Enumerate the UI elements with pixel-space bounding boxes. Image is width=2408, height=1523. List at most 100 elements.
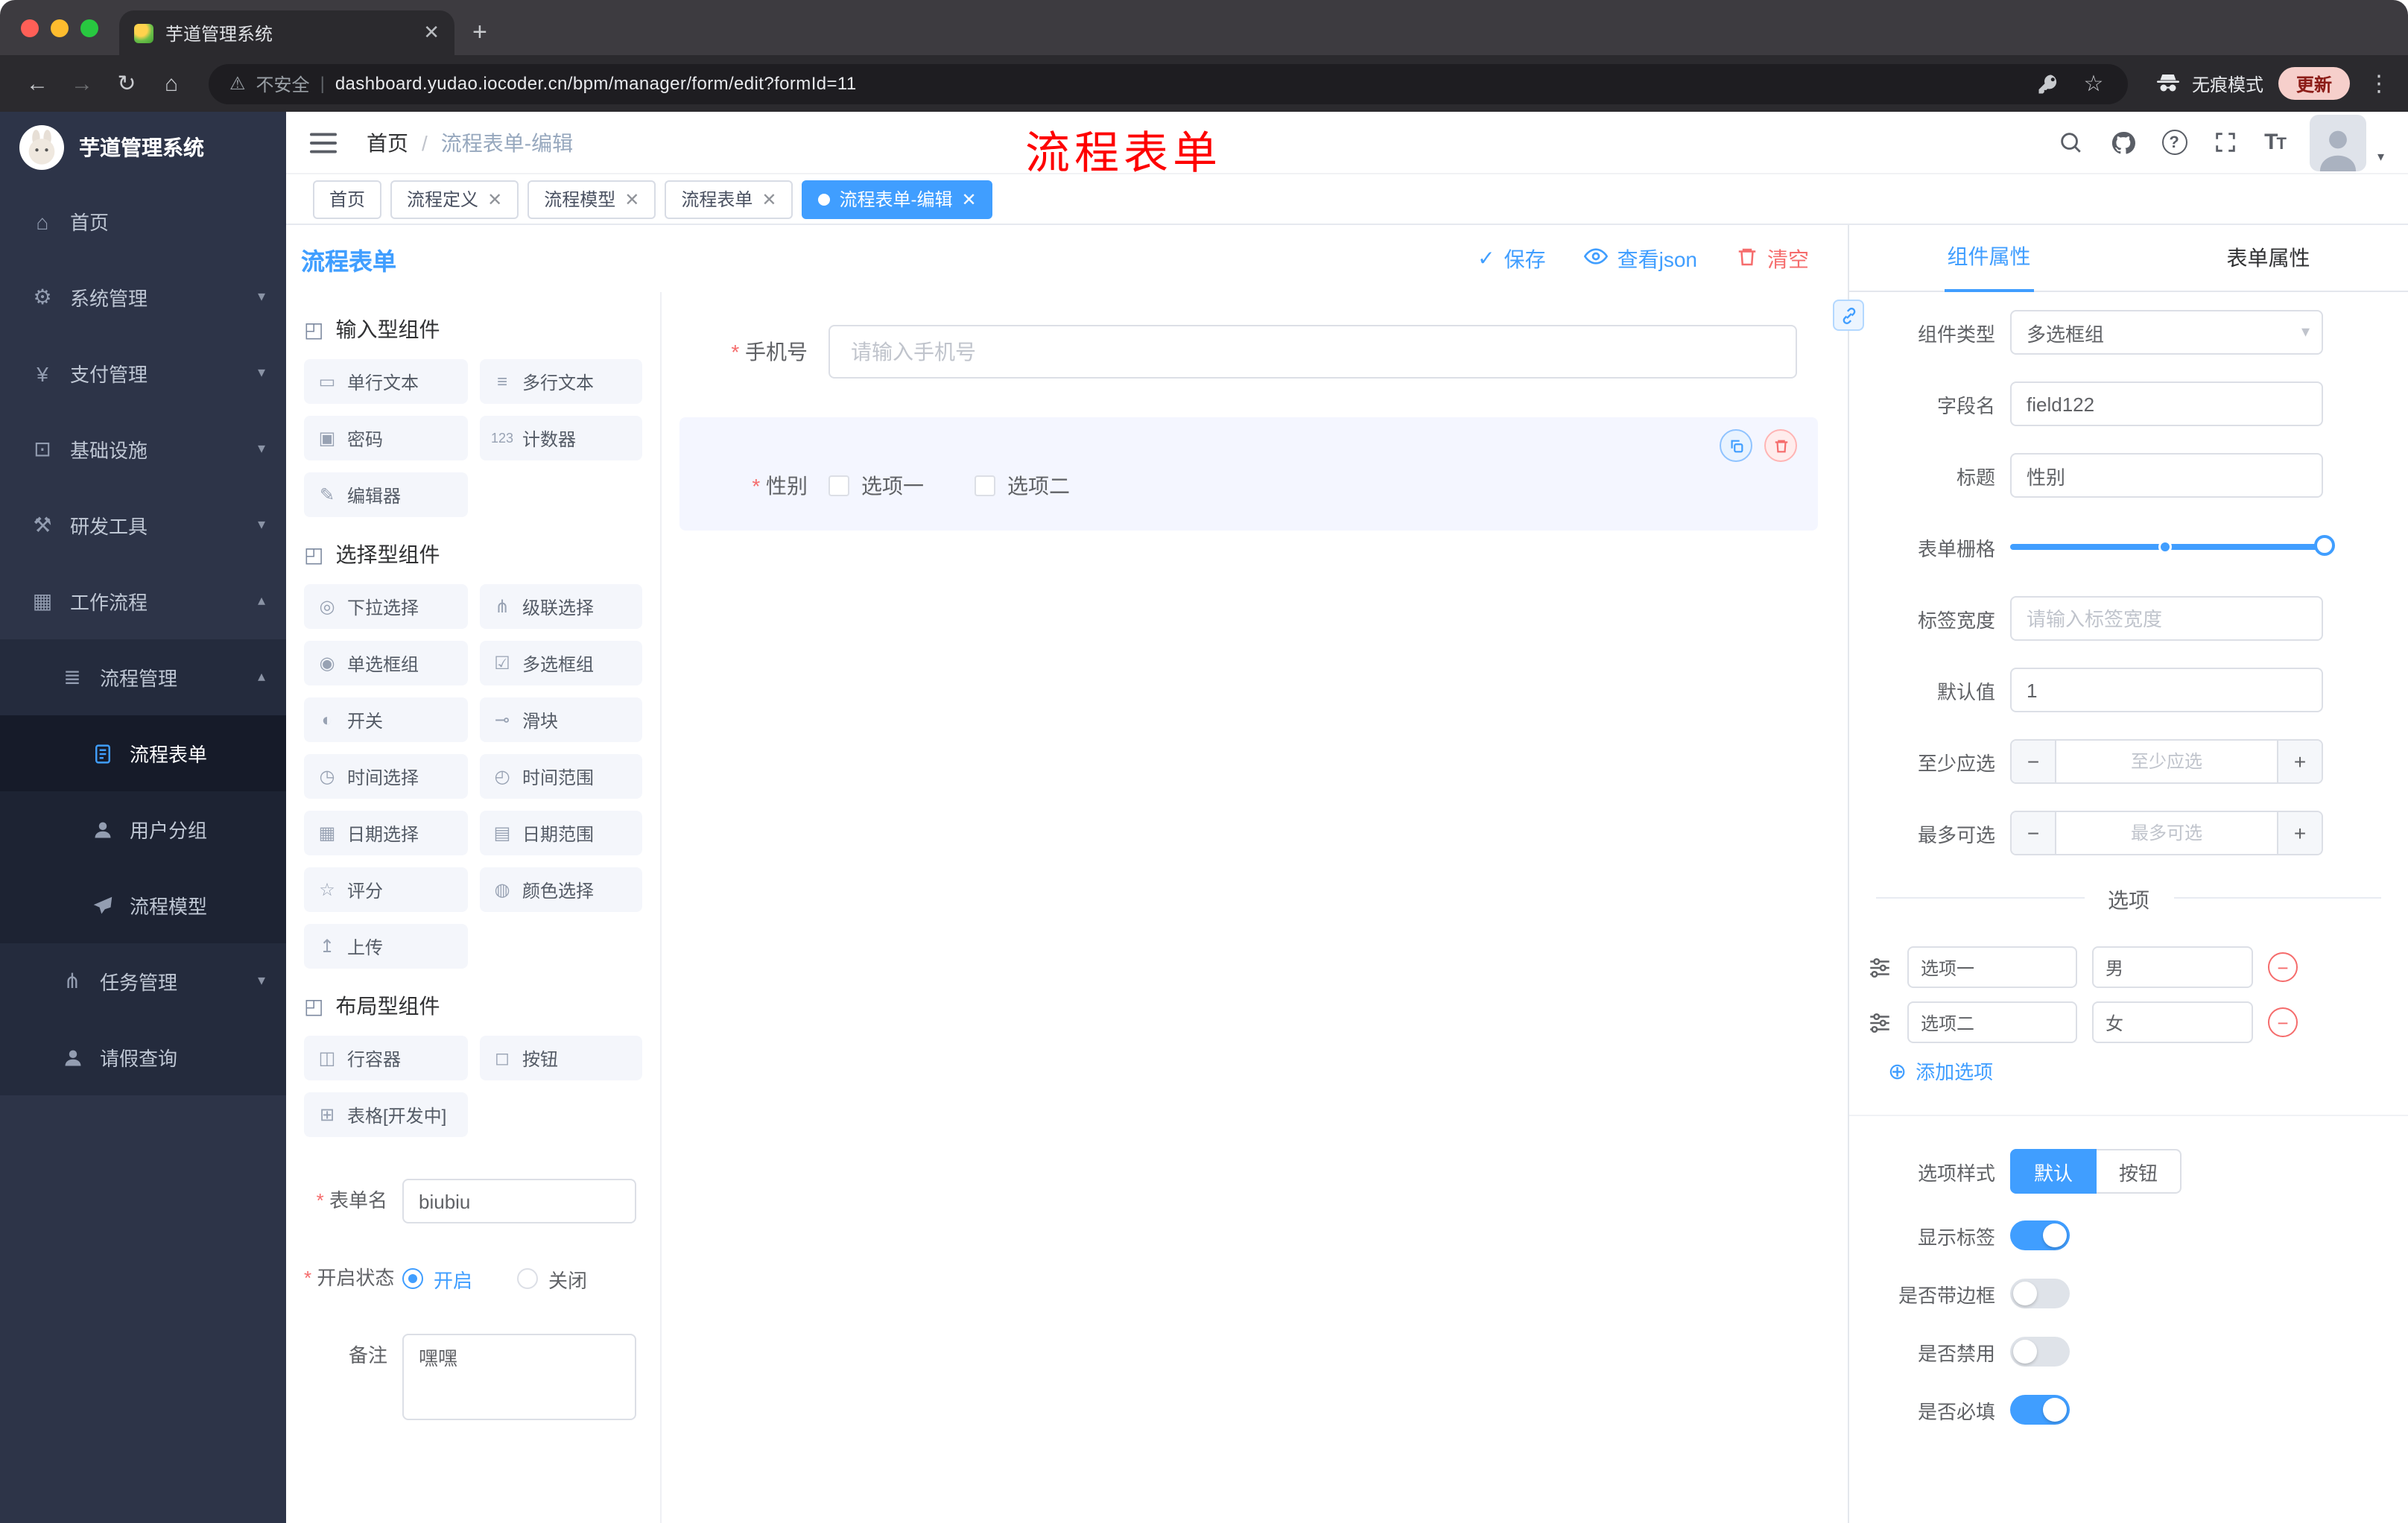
increase-button[interactable]: + <box>2277 741 2322 782</box>
update-browser-button[interactable]: 更新 <box>2278 67 2350 100</box>
minimize-window-button[interactable] <box>51 19 69 37</box>
forward-icon[interactable]: → <box>63 64 101 103</box>
status-on-radio[interactable]: 开启 <box>402 1264 472 1293</box>
label-width-input[interactable] <box>2010 596 2323 641</box>
form-name-input[interactable] <box>402 1179 636 1223</box>
tag-process-form[interactable]: 流程表单 ✕ <box>665 180 793 218</box>
reload-icon[interactable]: ↻ <box>107 64 146 103</box>
tag-process-definition[interactable]: 流程定义 ✕ <box>390 180 519 218</box>
delete-component-button[interactable] <box>1764 429 1797 462</box>
max-select-input[interactable] <box>2056 812 2277 854</box>
sidebar-item-process-management[interactable]: ≣ 流程管理 ▴ <box>0 639 286 715</box>
component-chip-single-line-text[interactable]: ▭ 单行文本 <box>304 359 467 404</box>
component-chip-row-container[interactable]: ◫ 行容器 <box>304 1036 467 1080</box>
close-icon[interactable]: ✕ <box>624 189 639 209</box>
avatar[interactable] <box>2310 114 2367 171</box>
back-icon[interactable]: ← <box>18 64 57 103</box>
tab-form-props[interactable]: 表单属性 <box>2129 225 2408 291</box>
hamburger-icon[interactable] <box>310 130 340 154</box>
component-chip-time-picker[interactable]: ◷ 时间选择 <box>304 754 467 799</box>
save-button[interactable]: ✓ 保存 <box>1477 244 1545 273</box>
option-name-input[interactable] <box>1907 946 2077 988</box>
browser-menu-icon[interactable]: ⋮ <box>2368 70 2390 97</box>
add-option-button[interactable]: ⊕ 添加选项 <box>1888 1057 2408 1085</box>
sidebar-item-workflow[interactable]: ▦ 工作流程 ▴ <box>0 563 286 639</box>
new-tab-button[interactable]: + <box>472 18 487 48</box>
component-chip-multi-line-text[interactable]: ≡ 多行文本 <box>479 359 642 404</box>
style-default-button[interactable]: 默认 <box>2010 1149 2097 1194</box>
decrease-button[interactable]: − <box>2012 741 2056 782</box>
component-chip-slider[interactable]: ⊸ 滑块 <box>479 697 642 742</box>
default-value-input[interactable] <box>2010 668 2323 712</box>
sidebar-item-home[interactable]: ⌂ 首页 <box>0 183 286 259</box>
search-icon[interactable] <box>2057 129 2084 156</box>
sidebar-item-devtools[interactable]: ⚒ 研发工具 ▾ <box>0 487 286 563</box>
font-size-icon[interactable]: TT <box>2264 130 2287 155</box>
sidebar-item-process-model[interactable]: 流程模型 <box>0 867 286 943</box>
gender-field-selected[interactable]: 性别 选项一 选项二 <box>679 417 1818 531</box>
increase-button[interactable]: + <box>2277 812 2322 854</box>
home-icon[interactable]: ⌂ <box>152 64 191 103</box>
title-input[interactable] <box>2010 453 2323 498</box>
component-chip-upload[interactable]: ↥ 上传 <box>304 924 467 969</box>
clear-button[interactable]: 清空 <box>1736 244 1809 273</box>
duplicate-component-button[interactable] <box>1720 429 1752 462</box>
gender-option1-checkbox[interactable]: 选项一 <box>828 471 924 501</box>
bookmark-star-icon[interactable]: ☆ <box>2080 70 2107 97</box>
close-icon[interactable]: ✕ <box>487 189 502 209</box>
help-icon[interactable]: ? <box>2161 130 2187 155</box>
component-chip-password[interactable]: ▣ 密码 <box>304 416 467 460</box>
component-chip-cascade-select[interactable]: ⋔ 级联选择 <box>479 584 642 629</box>
view-json-button[interactable]: 查看json <box>1584 244 1697 273</box>
component-chip-dropdown-select[interactable]: ◎ 下拉选择 <box>304 584 467 629</box>
link-icon[interactable] <box>1833 300 1864 331</box>
close-icon[interactable]: ✕ <box>962 189 977 209</box>
zoom-window-button[interactable] <box>80 19 98 37</box>
option-value-input[interactable] <box>2092 946 2253 988</box>
component-chip-checkbox-group[interactable]: ☑ 多选框组 <box>479 641 642 685</box>
close-icon[interactable]: ✕ <box>761 189 776 209</box>
tag-process-form-edit[interactable]: 流程表单-编辑 ✕ <box>802 180 993 218</box>
slider-handle[interactable] <box>2314 535 2335 556</box>
style-button-button[interactable]: 按钮 <box>2097 1149 2182 1194</box>
remove-option-button[interactable]: − <box>2268 952 2298 982</box>
phone-field-input[interactable] <box>828 325 1797 379</box>
tab-close-icon[interactable]: ✕ <box>423 21 440 45</box>
required-toggle[interactable] <box>2010 1395 2070 1425</box>
tag-home[interactable]: 首页 <box>313 180 382 218</box>
component-chip-radio-group[interactable]: ◉ 单选框组 <box>304 641 467 685</box>
component-chip-button[interactable]: ◻ 按钮 <box>479 1036 642 1080</box>
option-name-input[interactable] <box>1907 1001 2077 1043</box>
sidebar-item-system[interactable]: ⚙ 系统管理 ▾ <box>0 259 286 335</box>
component-chip-counter[interactable]: 123 计数器 <box>479 416 642 460</box>
github-icon[interactable] <box>2109 129 2136 156</box>
sidebar-item-leave-query[interactable]: 请假查询 <box>0 1019 286 1095</box>
component-chip-rating[interactable]: ☆ 评分 <box>304 867 467 912</box>
drag-handle-icon[interactable] <box>1867 954 1892 980</box>
component-chip-color-picker[interactable]: ◍ 颜色选择 <box>479 867 642 912</box>
component-chip-time-range[interactable]: ◴ 时间范围 <box>479 754 642 799</box>
field-name-input[interactable] <box>2010 381 2323 426</box>
show-label-toggle[interactable] <box>2010 1220 2070 1250</box>
remove-option-button[interactable]: − <box>2268 1007 2298 1037</box>
sidebar-item-user-group[interactable]: 用户分组 <box>0 791 286 867</box>
form-grid-slider[interactable] <box>2010 525 2335 569</box>
slider-track[interactable] <box>2010 535 2335 556</box>
browser-tab[interactable]: 芋道管理系统 ✕ <box>119 10 454 55</box>
tab-component-props[interactable]: 组件属性 <box>1849 225 2129 292</box>
decrease-button[interactable]: − <box>2012 812 2056 854</box>
component-chip-editor[interactable]: ✎ 编辑器 <box>304 472 467 517</box>
component-chip-table[interactable]: ⊞ 表格[开发中] <box>304 1092 467 1137</box>
phone-field[interactable]: 手机号 <box>679 325 1797 379</box>
component-chip-switch[interactable]: ◐ 开关 <box>304 697 467 742</box>
avatar-caret-icon[interactable]: ▾ <box>2377 148 2384 165</box>
fullscreen-icon[interactable] <box>2212 129 2239 156</box>
form-remark-textarea[interactable]: 嘿嘿 <box>402 1334 636 1420</box>
tag-process-model[interactable]: 流程模型 ✕ <box>527 180 656 218</box>
option-value-input[interactable] <box>2092 1001 2253 1043</box>
close-window-button[interactable] <box>21 19 39 37</box>
component-chip-date-range[interactable]: ▤ 日期范围 <box>479 811 642 855</box>
password-key-icon[interactable] <box>2035 70 2062 97</box>
gender-option2-checkbox[interactable]: 选项二 <box>975 471 1070 501</box>
sidebar-item-payment[interactable]: ¥ 支付管理 ▾ <box>0 335 286 411</box>
